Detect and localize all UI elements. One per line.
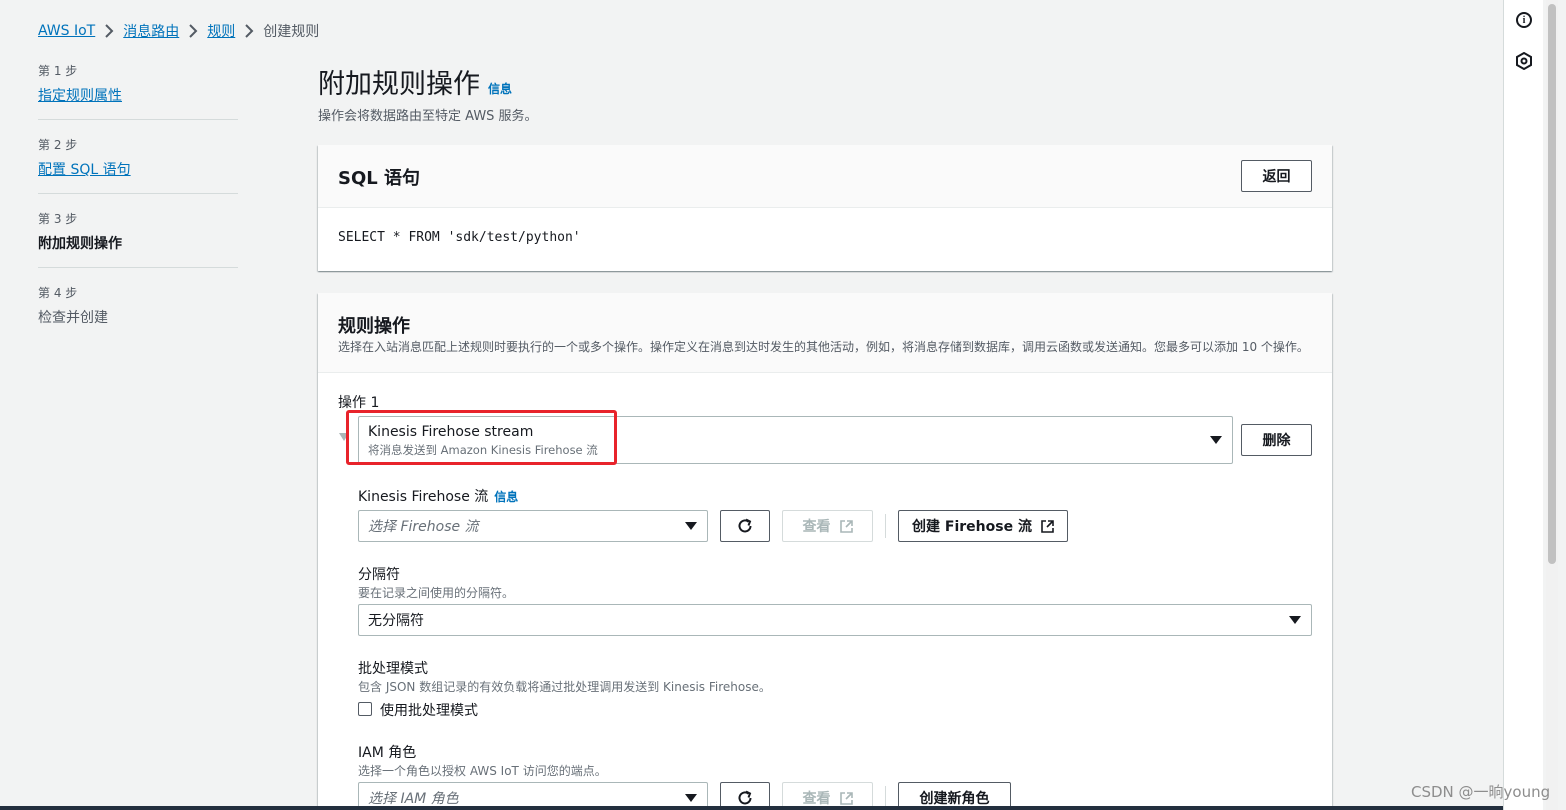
sql-card-title: SQL 语句 (338, 168, 421, 189)
caret-down-icon (685, 794, 697, 802)
breadcrumb-aws-iot[interactable]: AWS IoT (38, 23, 95, 39)
info-icon[interactable]: i (1516, 12, 1532, 28)
step-number: 第 2 步 (38, 138, 78, 152)
actions-card-title: 规则操作 (338, 316, 410, 337)
sql-statement-card: SQL 语句 返回 SELECT * FROM 'sdk/test/python… (318, 145, 1332, 271)
breadcrumb-current: 创建规则 (263, 24, 320, 40)
caret-down-icon (1210, 436, 1222, 444)
wizard-step-1: 第 1 步 指定规则属性 (38, 62, 238, 120)
wizard-step-2: 第 2 步 配置 SQL 语句 (38, 136, 238, 194)
iam-role-hint: 选择一个角色以授权 AWS IoT 访问您的端点。 (358, 764, 607, 778)
chevron-right-icon (179, 24, 207, 38)
sql-card-header: SQL 语句 返回 (318, 145, 1332, 208)
sql-statement-text: SELECT * FROM 'sdk/test/python' (338, 230, 581, 245)
external-link-icon (839, 791, 853, 805)
wizard-step-3: 第 3 步 附加规则操作 (38, 210, 238, 268)
step-review-create: 检查并创建 (38, 310, 108, 326)
separator-select[interactable]: 无分隔符 (358, 604, 1312, 636)
firehose-stream-label-text: Kinesis Firehose 流 (358, 489, 489, 505)
page-title: 附加规则操作 (318, 69, 480, 100)
firehose-info-link[interactable]: 信息 (494, 490, 518, 504)
iam-role-placeholder: 选择 IAM 角色 (368, 791, 459, 807)
wizard-steps: 第 1 步 指定规则属性 第 2 步 配置 SQL 语句 第 3 步 附加规则操… (38, 62, 238, 357)
scrollbar-thumb[interactable] (1548, 4, 1556, 564)
step-link-rule-properties[interactable]: 指定规则属性 (38, 88, 122, 104)
rule-actions-card: 规则操作 选择在入站消息匹配上述规则时要执行的一个或多个操作。操作定义在消息到达… (318, 293, 1332, 810)
caret-down-icon (685, 522, 697, 530)
separator-hint: 要在记录之间使用的分隔符。 (358, 586, 515, 600)
firehose-stream-placeholder: 选择 Firehose 流 (368, 519, 479, 535)
step-current-rule-actions: 附加规则操作 (38, 236, 122, 252)
view-firehose-button[interactable]: 查看 (782, 510, 873, 542)
step-link-sql-statement[interactable]: 配置 SQL 语句 (38, 162, 131, 178)
create-firehose-label: 创建 Firehose 流 (912, 519, 1032, 535)
footer-bar (0, 806, 1503, 810)
breadcrumb: AWS IoT 消息路由 规则 创建规则 (38, 21, 319, 41)
create-firehose-button[interactable]: 创建 Firehose 流 (898, 510, 1068, 542)
info-link[interactable]: 信息 (488, 80, 512, 97)
page-scrollbar[interactable] (1546, 0, 1558, 810)
chevron-right-icon (235, 24, 263, 38)
right-tools-rail: i (1503, 0, 1543, 810)
page-header: 附加规则操作 信息 (318, 62, 512, 101)
breadcrumb-message-routing[interactable]: 消息路由 (123, 21, 179, 41)
delete-action-button[interactable]: 删除 (1241, 424, 1312, 456)
action-label: 操作 1 (338, 395, 380, 411)
step-number: 第 4 步 (38, 286, 78, 300)
iam-role-label: IAM 角色 (358, 745, 417, 761)
shield-icon[interactable] (1516, 52, 1532, 70)
caret-down-icon (1289, 616, 1301, 624)
separator-value: 无分隔符 (368, 613, 424, 629)
step-number: 第 3 步 (38, 212, 78, 226)
external-link-icon (1041, 519, 1054, 533)
batch-mode-checkbox[interactable] (358, 702, 372, 716)
actions-card-header: 规则操作 选择在入站消息匹配上述规则时要执行的一个或多个操作。操作定义在消息到达… (318, 293, 1332, 373)
wizard-step-4: 第 4 步 检查并创建 (38, 284, 238, 341)
back-button[interactable]: 返回 (1241, 160, 1312, 192)
watermark: CSDN @一晌young (1411, 783, 1551, 801)
batch-mode-label: 批处理模式 (358, 661, 428, 677)
firehose-stream-label: Kinesis Firehose 流信息 (358, 486, 518, 506)
page-description: 操作会将数据路由至特定 AWS 服务。 (318, 109, 538, 124)
highlight-annotation (346, 410, 617, 465)
external-link-icon (839, 519, 853, 533)
view-iam-label: 查看 (802, 791, 831, 807)
firehose-stream-select[interactable]: 选择 Firehose 流 (358, 510, 708, 542)
refresh-icon (738, 790, 752, 805)
button-divider (885, 514, 886, 538)
batch-mode-hint: 包含 JSON 数组记录的有效负载将通过批处理调用发送到 Kinesis Fir… (358, 680, 771, 694)
refresh-firehose-button[interactable] (720, 510, 770, 542)
batch-mode-checkbox-label[interactable]: 使用批处理模式 (380, 700, 478, 720)
refresh-icon (738, 518, 752, 533)
separator-label: 分隔符 (358, 567, 400, 583)
step-number: 第 1 步 (38, 64, 78, 78)
actions-card-description: 选择在入站消息匹配上述规则时要执行的一个或多个操作。操作定义在消息到达时发生的其… (338, 340, 1309, 354)
view-firehose-label: 查看 (802, 519, 831, 535)
chevron-right-icon (95, 24, 123, 38)
breadcrumb-rules[interactable]: 规则 (207, 21, 235, 41)
